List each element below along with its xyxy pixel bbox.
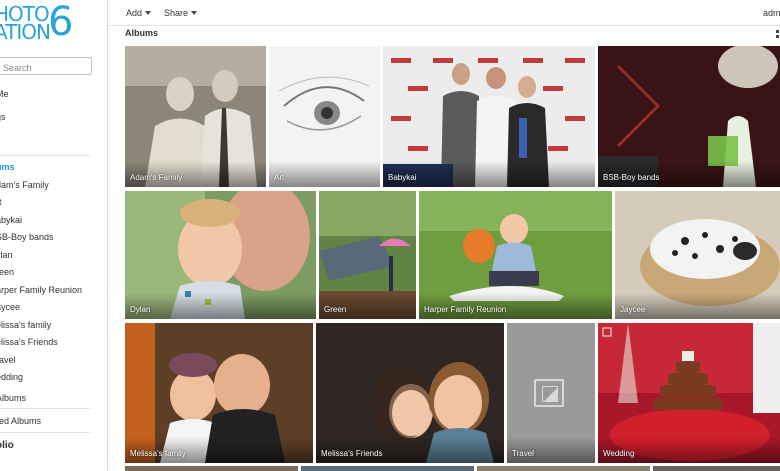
sidebar-item-babykai[interactable]: abykai [0,215,22,225]
album-tile-jaycee[interactable]: Jaycee [615,191,780,319]
album-title: Melissa's Friends [321,449,383,458]
sidebar-item-jaycee[interactable]: aycee [0,302,20,312]
album-tile-travel[interactable]: Travel [507,323,595,463]
sidebar-item-adams-family[interactable]: dam's Family [0,180,49,190]
caret-down-icon [191,11,198,15]
album-tile-partial[interactable] [301,466,474,471]
album-tile-bsb-boy-bands[interactable]: BSB-Boy bands [598,46,780,187]
label-gradient [125,293,316,319]
album-title: Green [324,305,347,314]
label-gradient [269,161,380,187]
album-tile-green[interactable]: Green [319,191,416,319]
album-title: Babykai [388,173,417,182]
sidebar-item-wedding[interactable]: edding [0,372,23,382]
album-title: Adam's Family [130,173,183,182]
album-tile-babykai[interactable]: Babykai [383,46,595,187]
share-button-label: Share [164,8,189,18]
sidebar-divider [0,432,90,433]
search-input[interactable] [0,57,92,75]
sidebar-divider [0,408,90,409]
logo-digit: 6 [48,0,74,45]
sidebar-item-me[interactable]: Me [0,89,9,99]
album-title: Travel [512,449,534,458]
caret-down-icon [145,11,152,15]
album-title: Jaycee [620,305,646,314]
sidebar-item-melissas-family[interactable]: elissa's family [0,320,51,330]
album-tile-harper-family-reunion[interactable]: Harper Family Reunion [419,191,612,319]
sidebar-divider [0,155,90,156]
sidebar-item-portfolio[interactable]: olio [0,440,14,451]
album-tile-adams-family[interactable]: Adam's Family [125,46,266,187]
album-title: BSB-Boy bands [603,173,660,182]
sidebar-item-dylan[interactable]: ylan [0,250,13,260]
sidebar-item-bsb-boy-bands[interactable]: SB-Boy bands [0,232,54,242]
share-menu-button[interactable]: Share [164,8,198,18]
album-tile-melissas-family[interactable]: Melissa's family [125,323,313,463]
sidebar-item-art[interactable]: rt [0,197,2,207]
album-title: Art [274,173,285,182]
sidebar-item-travel[interactable]: ravel [0,355,16,365]
app-logo: HOTO ATION 6 [0,2,84,44]
album-title: Wedding [603,449,635,458]
album-tile-dylan[interactable]: Dylan [125,191,316,319]
logo-line-2: ATION [0,20,51,44]
add-button-label: Add [126,8,143,18]
sidebar-item-albums[interactable]: ums [0,162,15,172]
album-title: Dylan [130,305,151,314]
album-tile-wedding[interactable]: Wedding [598,323,780,463]
user-menu[interactable]: adm [763,8,780,18]
album-tile-partial[interactable] [125,466,298,471]
add-menu-button[interactable]: Add [126,8,152,18]
sidebar-item-shared-albums[interactable]: Albums [0,393,26,403]
album-tile-partial[interactable] [477,466,650,471]
page-title: Albums [125,28,159,38]
toolbar: Add Share adm [108,0,780,26]
sidebar-item-melissas-friends[interactable]: elissa's Friends [0,337,58,347]
album-tile-partial[interactable] [653,466,780,471]
album-title: Harper Family Reunion [424,305,507,314]
empty-album-icon [534,379,564,407]
sidebar-item-tags[interactable]: gs [0,112,6,122]
sidebar-item-shared-with-me-albums[interactable]: red Albums [0,416,41,426]
grid-view-icon[interactable] [776,30,780,40]
sidebar-item-harper-family-reunion[interactable]: arper Family Reunion [0,285,82,295]
album-title: Melissa's family [130,449,186,458]
album-tile-art[interactable]: Art [269,46,380,187]
sidebar: HOTO ATION 6 Me gs ums dam's Family rt a… [0,0,108,471]
sidebar-item-green[interactable]: reen [0,267,14,277]
album-tile-melissas-friends[interactable]: Melissa's Friends [316,323,504,463]
